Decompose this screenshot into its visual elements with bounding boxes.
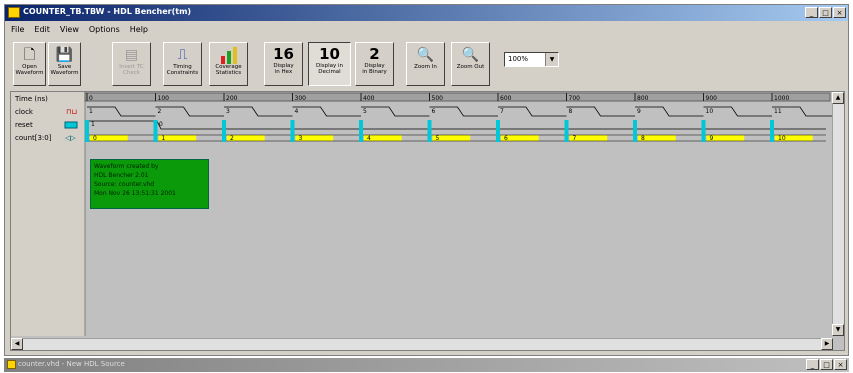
maximize-button[interactable]: □ <box>819 7 832 18</box>
minimize-button[interactable]: _ <box>805 7 818 18</box>
zoom-out-button[interactable]: 🔍 Zoom Out <box>451 42 490 86</box>
menu-view[interactable]: View <box>60 25 79 34</box>
waveform-canvas[interactable]: Time (ns)clockresetcount[3:0]⊓⊔◁▷ 0 100 20… <box>11 92 832 336</box>
clock-cycle-label: 3 <box>226 108 230 115</box>
check-marker <box>359 120 363 142</box>
timing-wave-icon: ⎍ <box>177 47 188 63</box>
check-marker <box>153 120 158 142</box>
coverage-statistics-button[interactable]: Coverage Statistics <box>209 42 248 86</box>
check-marker <box>427 120 432 142</box>
secondary-window-bar[interactable]: counter.vhd - New HDL Source _ □ × <box>4 358 849 372</box>
clock-indicator-icon: ⊓⊔ <box>66 108 77 116</box>
clock-cycle-label: 8 <box>569 108 573 115</box>
time-tick-label: 600 <box>500 95 512 102</box>
time-tick-label: 100 <box>158 95 170 102</box>
time-ruler <box>84 92 831 102</box>
note-line: HDL Bencher 2.01 <box>94 172 149 179</box>
zoom-level-select[interactable]: 100% ▼ <box>504 52 559 67</box>
check-marker <box>85 120 89 142</box>
signal-name-count: count[3:0] <box>15 134 52 142</box>
note-line: Source: counter.vhd <box>94 181 155 188</box>
note-line: Waveform created by <box>94 163 159 170</box>
clock-waveform <box>87 106 832 117</box>
check-marker <box>701 120 706 142</box>
time-tick-label: 800 <box>637 95 649 102</box>
zoom-in-button[interactable]: 🔍 Zoom In <box>406 42 445 86</box>
window-title: COUNTER_TB.TBW - HDL Bencher(tm) <box>23 7 192 16</box>
close-button[interactable]: × <box>834 359 847 370</box>
bus-arrow-icon: ◁▷ <box>65 134 76 142</box>
time-label: Time (ns) <box>14 95 48 103</box>
menu-options[interactable]: Options <box>89 25 120 34</box>
clock-cycle-label: 6 <box>432 108 436 115</box>
time-tick-label: 700 <box>569 95 581 102</box>
reset-value-label: 0 <box>159 121 163 128</box>
reset-value-label: 1 <box>91 121 95 128</box>
display-binary-button[interactable]: 2 Display in Binary <box>355 42 394 86</box>
check-marker <box>290 120 295 142</box>
minimize-button[interactable]: _ <box>806 359 819 370</box>
time-tick-label: 300 <box>295 95 307 102</box>
waveform-info-note: Waveform created by HDL Bencher 2.01 Sou… <box>90 159 209 209</box>
secondary-window-title: counter.vhd - New HDL Source <box>18 360 125 368</box>
save-waveform-button[interactable]: 💾 Save Waveform <box>48 42 81 86</box>
zoom-in-icon: 🔍 <box>416 47 435 63</box>
maximize-button[interactable]: □ <box>820 359 833 370</box>
time-tick-label: 1000 <box>774 95 789 102</box>
clock-cycle-label: 1 <box>89 108 93 115</box>
input-arrow-icon <box>64 121 78 129</box>
close-button[interactable]: × <box>833 7 846 18</box>
time-tick-label: 0 <box>89 95 93 102</box>
open-file-icon: 🗋 <box>23 47 36 63</box>
scroll-up-icon[interactable]: ▲ <box>832 92 844 104</box>
vertical-scrollbar[interactable]: ▲ ▼ <box>832 92 844 336</box>
display-decimal-button[interactable]: 10 Display in Decimal <box>308 42 351 86</box>
open-waveform-button[interactable]: 🗋 Open Waveform <box>13 42 46 86</box>
scroll-right-icon[interactable]: ▶ <box>821 338 833 350</box>
note-line: Mon Nov 26 13:51:31 2001 <box>94 190 176 197</box>
scroll-down-icon[interactable]: ▼ <box>832 324 844 336</box>
check-marker <box>633 120 637 142</box>
check-marker <box>770 120 774 142</box>
display-hex-button[interactable]: 16 Display in Hex <box>264 42 303 86</box>
app-icon <box>8 7 20 18</box>
clock-cycle-label: 5 <box>363 108 367 115</box>
clock-cycle-label: 4 <box>295 108 299 115</box>
clock-cycle-label: 11 <box>774 108 782 115</box>
clock-cycle-label: 2 <box>158 108 162 115</box>
check-marker <box>564 120 569 142</box>
insert-tc-check-button[interactable]: ▤ Insert TC Check <box>112 42 151 86</box>
menu-file[interactable]: File <box>11 25 24 34</box>
check-marker <box>222 120 226 142</box>
bar-chart-icon <box>210 46 247 64</box>
waveform-panel: Time (ns) clock reset count[3:0] ⊓⊔ ◁▷ 0 100 20… <box>10 91 845 351</box>
app-icon <box>7 360 16 369</box>
signal-name-clock: clock <box>15 108 34 116</box>
zoom-out-icon: 🔍 <box>461 47 480 63</box>
time-tick-label: 500 <box>432 95 444 102</box>
signal-name-reset: reset <box>15 121 33 129</box>
chevron-down-icon: ▼ <box>545 53 558 66</box>
horizontal-scrollbar[interactable]: ◀ ▶ <box>11 338 833 350</box>
timing-constraints-button[interactable]: ⎍ Timing Constraints <box>163 42 202 86</box>
time-tick-label: 900 <box>706 95 718 102</box>
clock-cycle-label: 7 <box>500 108 504 115</box>
clock-cycle-label: 9 <box>637 108 641 115</box>
toolbar: 🗋 Open Waveform 💾 Save Waveform ▤ Insert… <box>5 38 848 90</box>
time-tick-label: 200 <box>226 95 238 102</box>
check-marker <box>496 120 500 142</box>
main-window: COUNTER_TB.TBW - HDL Bencher(tm) _ □ × F… <box>4 4 849 356</box>
title-bar: COUNTER_TB.TBW - HDL Bencher(tm) _ □ × <box>5 5 848 21</box>
insert-check-icon: ▤ <box>124 47 139 63</box>
reset-waveform <box>89 120 826 130</box>
menu-edit[interactable]: Edit <box>34 25 50 34</box>
menu-bar: File Edit View Options Help <box>5 22 853 36</box>
clock-cycle-label: 10 <box>706 108 714 115</box>
time-tick-label: 400 <box>363 95 375 102</box>
scroll-left-icon[interactable]: ◀ <box>11 338 23 350</box>
save-disk-icon: 💾 <box>55 47 74 63</box>
menu-help[interactable]: Help <box>130 25 148 34</box>
